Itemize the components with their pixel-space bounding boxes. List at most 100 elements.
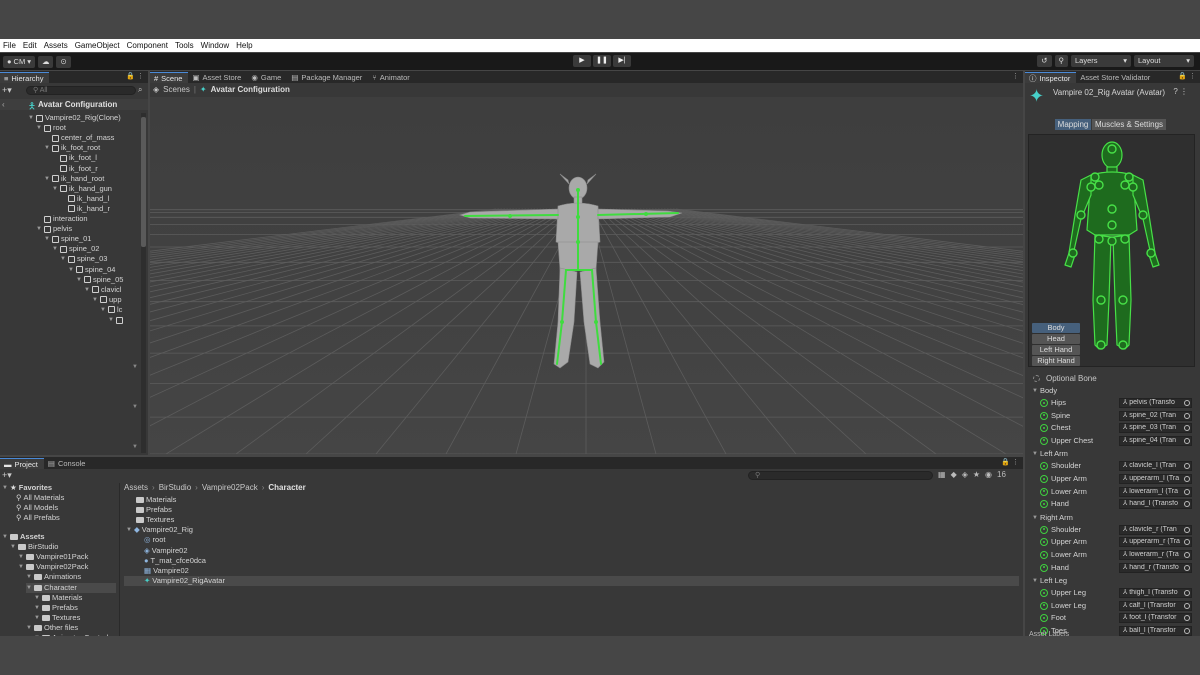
favorite-item[interactable]: ⚲ All Prefabs	[16, 513, 60, 523]
cloud-button[interactable]: ☁	[37, 55, 54, 68]
asset-item[interactable]: ▦ Vampire02	[124, 566, 1019, 576]
breadcrumb-assets[interactable]: Assets	[124, 483, 148, 492]
layers-dropdown[interactable]: Layers ▾	[1071, 55, 1131, 67]
tab-game[interactable]: ◉ Game	[247, 72, 287, 83]
hierarchy-item[interactable]: ik_hand_r	[60, 204, 110, 214]
folder-tree-item[interactable]: ▼ Prefabs	[34, 603, 78, 613]
tab-mapping[interactable]: Mapping	[1055, 119, 1091, 130]
fold-arrow-icon[interactable]: ▼	[18, 562, 24, 572]
fold-arrow-icon[interactable]: ▼	[34, 613, 40, 623]
panel-options-icon[interactable]: ⋮	[1012, 72, 1019, 80]
bone-dot[interactable]	[1107, 144, 1117, 154]
bone-dot[interactable]	[1120, 180, 1130, 190]
favorite-item[interactable]: ⚲ All Models	[16, 503, 58, 513]
bone-dot[interactable]	[1128, 182, 1138, 192]
asset-item[interactable]: Prefabs	[124, 505, 1019, 515]
hierarchy-item[interactable]: interaction	[36, 214, 88, 224]
bone-transform-field[interactable]: ⅄ clavicle_l (Tran	[1119, 461, 1192, 472]
tab-animator[interactable]: ⑂ Animator	[368, 72, 416, 83]
create-icon[interactable]: +▾	[2, 470, 12, 481]
panel-options-icon[interactable]: 🔒 ⋮	[126, 72, 144, 80]
tab-inspector[interactable]: ⓘ Inspector	[1025, 72, 1077, 83]
menu-help[interactable]: Help	[233, 41, 256, 50]
pause-button[interactable]: ❚❚	[593, 55, 611, 67]
tab-muscles-settings[interactable]: Muscles & Settings	[1092, 119, 1166, 130]
hierarchy-item[interactable]: ▼ root	[36, 123, 66, 133]
hierarchy-item[interactable]: ▼	[108, 315, 125, 325]
fold-arrow-icon[interactable]: ▼	[126, 525, 132, 535]
hierarchy-item[interactable]: ik_foot_l	[52, 153, 97, 163]
object-picker-icon[interactable]	[1184, 488, 1190, 495]
folder-tree-item[interactable]: ▼ Materials	[34, 593, 82, 603]
fold-arrow-icon[interactable]: ▼	[76, 275, 82, 285]
favorites-header[interactable]: ▼ ★ Favorites	[2, 483, 52, 493]
left-hand-button[interactable]: Left Hand	[1032, 345, 1080, 355]
folder-tree-item[interactable]: ▼ Animations	[26, 572, 81, 582]
fold-arrow-icon[interactable]: ▼	[84, 285, 90, 295]
fold-arrow-icon[interactable]: ▼	[44, 174, 50, 184]
tab-console[interactable]: ▤ Console	[44, 458, 92, 469]
panel-options-icon[interactable]: 🔒 ⋮	[1178, 72, 1196, 80]
fold-arrow-icon[interactable]: ▼	[52, 184, 58, 194]
tab-hierarchy[interactable]: ≡ Hierarchy	[0, 72, 50, 83]
folder-tree-item[interactable]: ▼ Vampire01Pack	[18, 552, 88, 562]
bone-dot[interactable]	[1118, 295, 1128, 305]
object-picker-icon[interactable]	[1184, 463, 1190, 470]
bone-group-header[interactable]: ▼ Body	[1032, 386, 1057, 396]
bone-transform-field[interactable]: ⅄ hand_l (Transfo	[1119, 499, 1192, 510]
object-picker-icon[interactable]	[1184, 590, 1190, 597]
fold-arrow-icon[interactable]: ▼	[34, 593, 40, 603]
right-hand-button[interactable]: Right Hand	[1032, 356, 1080, 366]
hierarchy-item[interactable]: ▼ spine_04	[68, 265, 115, 275]
object-picker-icon[interactable]	[1184, 564, 1190, 571]
hierarchy-item[interactable]: ▼ spine_05	[76, 275, 123, 285]
fold-arrow-icon[interactable]: ▼	[34, 603, 40, 613]
star-icon[interactable]: ★	[973, 470, 980, 479]
hierarchy-item[interactable]: ▼ ik_hand_root	[44, 174, 104, 184]
bone-dot[interactable]	[1107, 220, 1117, 230]
object-picker-icon[interactable]	[1184, 539, 1190, 546]
menu-file[interactable]: File	[0, 41, 20, 50]
bone-dot[interactable]	[1068, 248, 1078, 258]
bone-transform-field[interactable]: ⅄ pelvis (Transfo	[1119, 398, 1192, 408]
bone-transform-field[interactable]: ⅄ calf_l (Transfor	[1119, 600, 1192, 611]
fold-arrow-icon[interactable]: ▼	[36, 224, 42, 234]
object-picker-icon[interactable]	[1184, 476, 1190, 482]
tab-asset-store-validator[interactable]: Asset Store Validator	[1076, 72, 1156, 83]
fold-arrow-icon[interactable]: ▼	[44, 143, 50, 153]
bone-transform-field[interactable]: ⅄ spine_02 (Tran	[1119, 410, 1192, 421]
search-button[interactable]: ⚲	[1054, 55, 1068, 67]
bone-transform-field[interactable]: ⅄ hand_r (Transfo	[1119, 562, 1192, 573]
asset-item[interactable]: ✦ Vampire02_RigAvatar	[124, 575, 1019, 586]
fold-arrow-icon[interactable]: ▼	[44, 234, 50, 244]
bone-dot[interactable]	[1086, 182, 1096, 192]
collab-button[interactable]: ⊙	[56, 55, 71, 68]
object-picker-icon[interactable]	[1184, 437, 1190, 444]
bone-transform-field[interactable]: ⅄ lowerarm_r (Tra	[1119, 550, 1192, 560]
object-picker-icon[interactable]	[1184, 615, 1190, 622]
hierarchy-item[interactable]: ik_hand_l	[60, 194, 109, 204]
object-picker-icon[interactable]	[1184, 425, 1190, 432]
bone-transform-field[interactable]: ⅄ ball_l (Transfor	[1119, 626, 1192, 636]
folder-tree-item[interactable]: ▼ Vampire02Pack	[18, 562, 88, 572]
step-button[interactable]: ▶|	[613, 55, 631, 67]
object-picker-icon[interactable]	[1184, 628, 1190, 634]
bone-transform-field[interactable]: ⅄ lowerarm_l (Tra	[1119, 486, 1192, 497]
asset-item[interactable]: ▼ ◆ Vampire02_Rig	[124, 525, 1019, 535]
bone-dot[interactable]	[1096, 340, 1106, 350]
back-arrow-icon[interactable]: ‹	[2, 100, 5, 109]
asset-item[interactable]: Textures	[124, 515, 1019, 525]
menu-window[interactable]: Window	[198, 41, 233, 50]
bone-dot[interactable]	[1120, 234, 1130, 244]
fold-arrow-icon[interactable]: ▼	[108, 315, 114, 325]
bone-dot[interactable]	[1138, 210, 1148, 220]
fold-arrow-icon[interactable]: ▼	[68, 265, 74, 275]
bone-dot[interactable]	[1096, 295, 1106, 305]
menu-component[interactable]: Component	[124, 41, 172, 50]
bone-group-header[interactable]: ▼ Left Leg	[1032, 576, 1067, 586]
fold-arrow-icon[interactable]: ▼	[52, 244, 58, 254]
project-search-input[interactable]: ⚲	[748, 471, 933, 480]
bone-dot[interactable]	[1090, 172, 1100, 182]
breadcrumb-avatar-configuration[interactable]: Avatar Configuration	[211, 85, 290, 94]
panel-options-icon[interactable]: 🔒 ⋮	[1001, 458, 1019, 466]
